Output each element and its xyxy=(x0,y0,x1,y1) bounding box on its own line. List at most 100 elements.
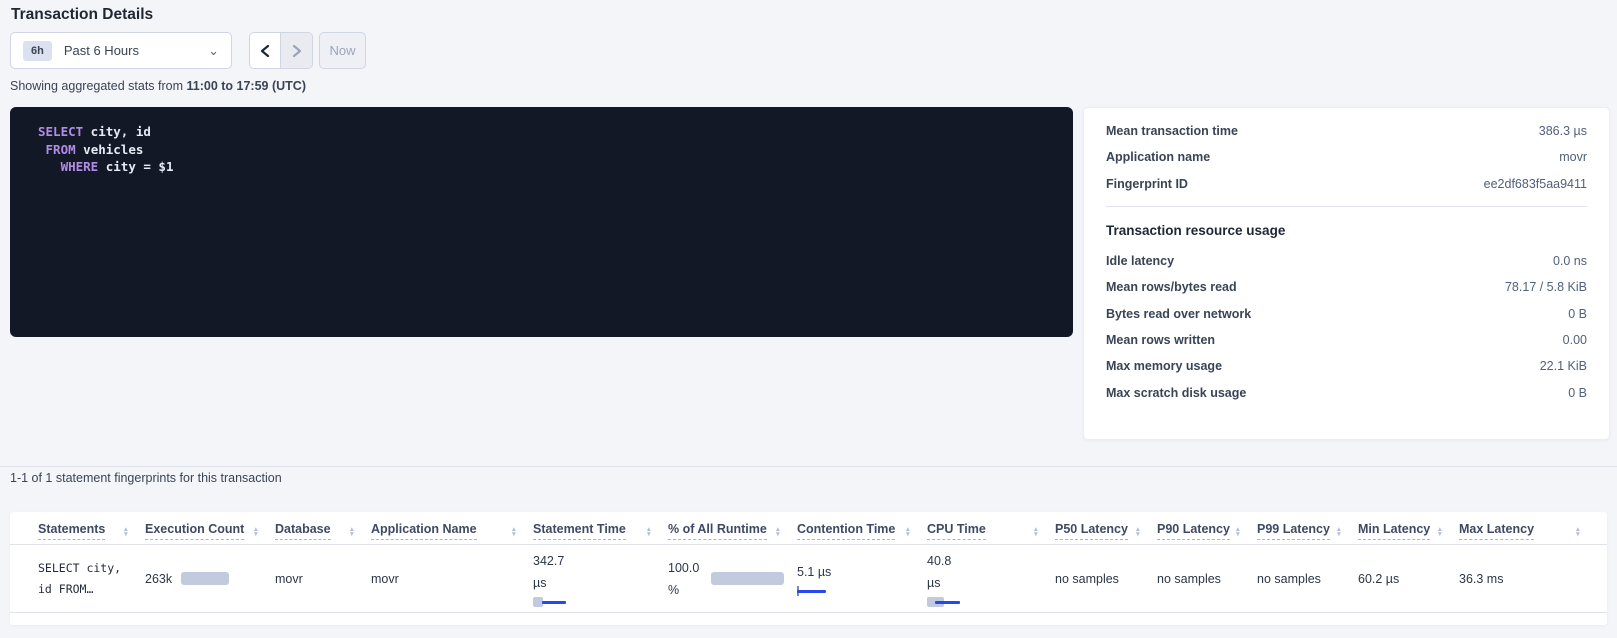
sort-icon[interactable]: ▲▼ xyxy=(905,527,911,540)
column-header-p50-latency[interactable]: P50 Latency ▲▼ xyxy=(1055,512,1157,544)
section-divider xyxy=(0,466,1617,467)
chevron-right-icon xyxy=(292,45,302,57)
cpu-time-bar xyxy=(927,597,963,607)
sort-icon[interactable]: ▲▼ xyxy=(1033,527,1039,540)
cpu-time-value: 40.8 xyxy=(927,550,1055,572)
aggregated-stats-line: Showing aggregated stats from 11:00 to 1… xyxy=(10,79,306,93)
transaction-summary-card: Mean transaction time386.3 µs Application… xyxy=(1083,107,1610,440)
column-header-label: Database xyxy=(275,522,331,540)
next-interval-button[interactable] xyxy=(281,33,312,68)
cell-max-latency: 36.3 ms xyxy=(1459,568,1597,590)
resource-usage-row: Bytes read over network0 B xyxy=(1106,300,1587,326)
sort-icon[interactable]: ▲▼ xyxy=(1235,527,1241,540)
column-header-label: Min Latency xyxy=(1358,522,1430,540)
statement-time-value: 342.7 xyxy=(533,550,668,572)
summary-rows: Mean transaction time386.3 µs Application… xyxy=(1106,118,1587,197)
cell-p50-latency: no samples xyxy=(1055,568,1157,590)
chevron-down-icon: ⌄ xyxy=(208,44,219,57)
kv-value: 0.0 ns xyxy=(1553,254,1587,268)
runtime-pct-value: 100.0 xyxy=(668,557,699,579)
cell-p99-latency: no samples xyxy=(1257,568,1358,590)
sort-icon[interactable]: ▲▼ xyxy=(253,527,259,540)
summary-divider xyxy=(1106,206,1587,207)
execution-count-value: 263k xyxy=(145,568,172,590)
now-button[interactable]: Now xyxy=(319,32,366,69)
time-range-dropdown[interactable]: 6h Past 6 Hours ⌄ xyxy=(10,32,232,69)
chevron-left-icon xyxy=(260,45,270,57)
cell-database: movr xyxy=(275,568,371,590)
sort-icon[interactable]: ▲▼ xyxy=(646,527,652,540)
column-header-contention-time[interactable]: Contention Time ▲▼ xyxy=(797,512,927,544)
column-header-label: Statements xyxy=(38,522,105,540)
stats-line-prefix: Showing aggregated stats from xyxy=(10,79,187,93)
cell-application-name: movr xyxy=(371,568,533,590)
column-header-application-name[interactable]: Application Name ▲▼ xyxy=(371,512,533,544)
fingerprints-count-line: 1-1 of 1 statement fingerprints for this… xyxy=(10,471,282,485)
table-header-row: Statements▲▼Execution Count▲▼Database▲▼A… xyxy=(10,512,1607,545)
column-header-statements[interactable]: Statements ▲▼ xyxy=(38,512,145,544)
kv-label: Mean rows written xyxy=(1106,333,1563,347)
cell-execution-count: 263k xyxy=(145,568,275,590)
sql-statement-box: SELECT city, id FROM vehicles WHERE city… xyxy=(10,107,1073,337)
column-header-cpu-time[interactable]: CPU Time ▲▼ xyxy=(927,512,1055,544)
kv-value: 0 B xyxy=(1568,307,1587,321)
kv-label: Mean rows/bytes read xyxy=(1106,280,1505,294)
column-header-label: Execution Count xyxy=(145,522,244,540)
column-header-label: Statement Time xyxy=(533,522,626,540)
sort-icon[interactable]: ▲▼ xyxy=(1437,527,1443,540)
column-header-label: Application Name xyxy=(371,522,477,540)
cell-cpu-time: 40.8 µs xyxy=(927,550,1055,607)
column-header-p90-latency[interactable]: P90 Latency▲▼ xyxy=(1157,512,1257,544)
resource-usage-row: Idle latency0.0 ns xyxy=(1106,248,1587,274)
resource-usage-rows: Idle latency0.0 nsMean rows/bytes read78… xyxy=(1106,248,1587,406)
column-header--of-all-runtime[interactable]: % of All Runtime ▲▼ xyxy=(668,512,797,544)
kv-value: 0 B xyxy=(1568,386,1587,400)
kv-label: Application name xyxy=(1106,150,1559,164)
statement-time-bar xyxy=(533,597,569,607)
column-header-max-latency[interactable]: Max Latency ▲▼ xyxy=(1459,512,1597,544)
column-header-label: CPU Time xyxy=(927,522,986,540)
column-header-label: P99 Latency xyxy=(1257,522,1330,540)
cell-statements[interactable]: SELECT city, id FROM… xyxy=(38,558,145,600)
summary-row: Fingerprint IDee2df683f5aa9411 xyxy=(1106,171,1587,197)
sort-icon[interactable]: ▲▼ xyxy=(123,527,129,540)
sort-icon[interactable]: ▲▼ xyxy=(775,527,781,540)
kv-value: 0.00 xyxy=(1563,333,1587,347)
resource-usage-row: Max scratch disk usage0 B xyxy=(1106,379,1587,405)
sort-icon[interactable]: ▲▼ xyxy=(1575,527,1581,540)
kv-value: movr xyxy=(1559,150,1587,164)
statement-text-line1: SELECT city, xyxy=(38,558,145,579)
cell-statement-time: 342.7 µs xyxy=(533,550,668,607)
sort-icon[interactable]: ▲▼ xyxy=(511,527,517,540)
column-header-statement-time[interactable]: Statement Time ▲▼ xyxy=(533,512,668,544)
runtime-pct-bar xyxy=(711,572,784,585)
column-header-label: Max Latency xyxy=(1459,522,1534,540)
kv-value: ee2df683f5aa9411 xyxy=(1484,177,1587,191)
cell-contention-time: 5.1 µs xyxy=(797,561,927,596)
time-range-badge: 6h xyxy=(23,41,52,61)
previous-interval-button[interactable] xyxy=(250,33,281,68)
cell-runtime-pct: 100.0 % xyxy=(668,557,797,601)
column-header-database[interactable]: Database ▲▼ xyxy=(275,512,371,544)
kv-label: Max memory usage xyxy=(1106,359,1540,373)
statements-table: Statements▲▼Execution Count▲▼Database▲▼A… xyxy=(10,512,1607,625)
column-header-p99-latency[interactable]: P99 Latency ▲▼ xyxy=(1257,512,1358,544)
kv-label: Mean transaction time xyxy=(1106,124,1539,138)
resource-usage-row: Mean rows written0.00 xyxy=(1106,327,1587,353)
sort-icon[interactable]: ▲▼ xyxy=(1336,527,1342,540)
stats-line-range: 11:00 to 17:59 (UTC) xyxy=(187,79,306,93)
kv-value: 386.3 µs xyxy=(1539,124,1587,138)
sort-icon[interactable]: ▲▼ xyxy=(349,527,355,540)
column-header-label: % of All Runtime xyxy=(668,522,767,540)
column-header-label: Contention Time xyxy=(797,522,895,540)
column-header-min-latency[interactable]: Min Latency ▲▼ xyxy=(1358,512,1459,544)
sort-icon[interactable]: ▲▼ xyxy=(1135,527,1141,540)
resource-usage-row: Max memory usage22.1 KiB xyxy=(1106,353,1587,379)
column-header-execution-count[interactable]: Execution Count ▲▼ xyxy=(145,512,275,544)
cell-p90-latency: no samples xyxy=(1157,568,1257,590)
kv-label: Fingerprint ID xyxy=(1106,177,1484,191)
kv-label: Bytes read over network xyxy=(1106,307,1568,321)
table-row[interactable]: SELECT city, id FROM… 263k movr movr 342… xyxy=(10,545,1607,613)
kv-label: Max scratch disk usage xyxy=(1106,386,1568,400)
column-header-label: P50 Latency xyxy=(1055,522,1128,540)
